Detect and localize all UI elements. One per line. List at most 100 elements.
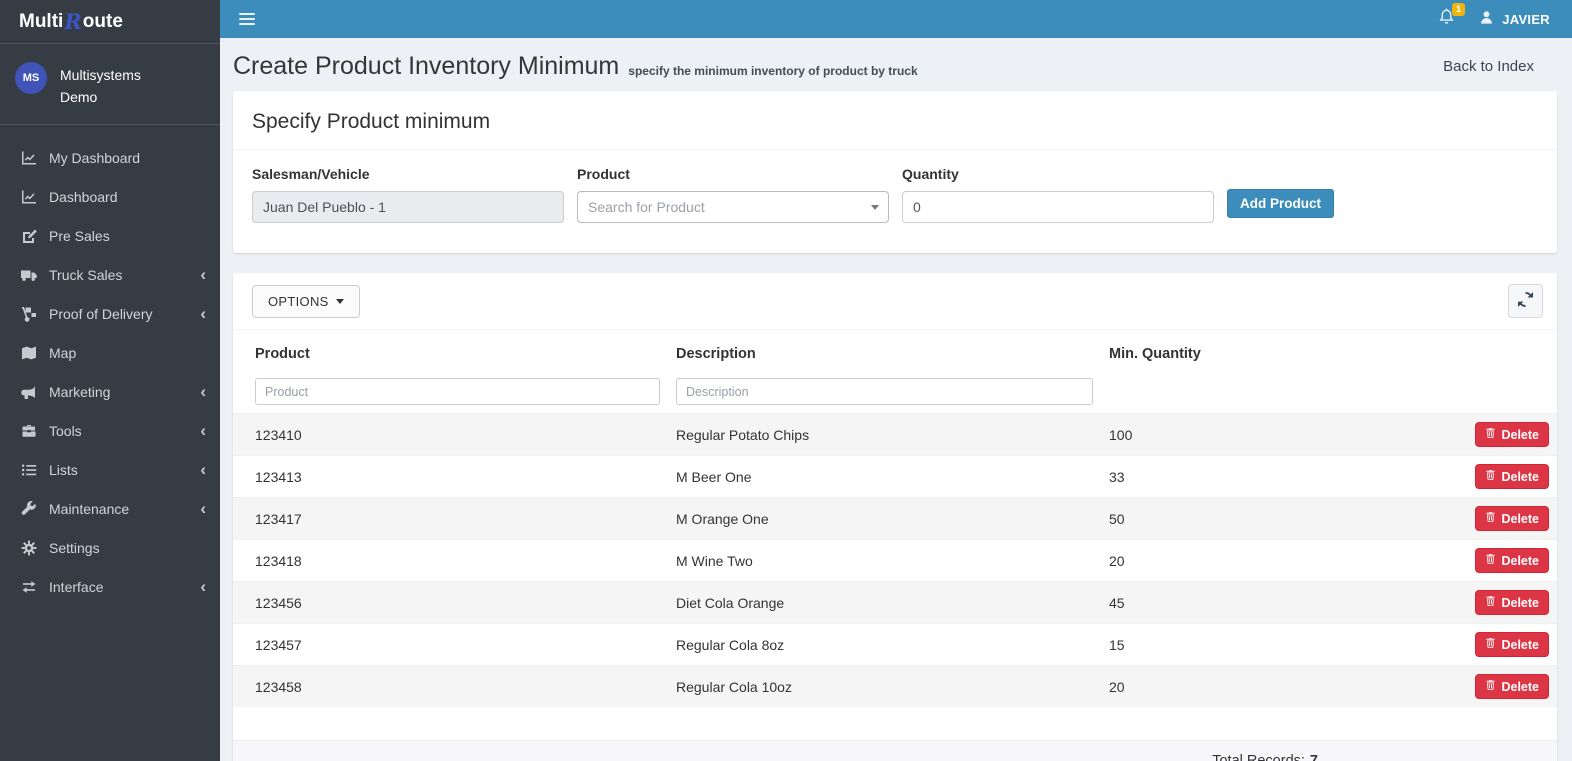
truck-icon: [20, 267, 38, 283]
user-icon: [1479, 10, 1494, 28]
hamburger-icon[interactable]: [239, 10, 255, 28]
sidebar-item-pre-sales[interactable]: Pre Sales: [0, 216, 220, 255]
sidebar-item-label: Map: [49, 344, 77, 361]
sidebar-user-panel: MS Multisystems Demo: [0, 44, 220, 125]
trash-icon: [1485, 469, 1496, 484]
product-filter-input[interactable]: [255, 378, 660, 405]
trash-icon: [1485, 553, 1496, 568]
sidebar-item-maintenance[interactable]: Maintenance ‹: [0, 489, 220, 528]
user-menu[interactable]: JAVIER: [1479, 10, 1550, 28]
table-footer: Total Records: 7: [233, 740, 1557, 761]
table-row: 123418 M Wine Two 20 Delete: [233, 539, 1557, 582]
delete-button[interactable]: Delete: [1475, 422, 1549, 447]
sidebar-item-dashboard[interactable]: Dashboard: [0, 177, 220, 216]
sidebar-item-tools[interactable]: Tools ‹: [0, 411, 220, 450]
total-records-label: Total Records:: [1212, 753, 1305, 761]
notifications-button[interactable]: 1: [1438, 2, 1466, 31]
salesman-field-group: Salesman/Vehicle: [252, 166, 564, 223]
app-logo[interactable]: Multi Route: [0, 0, 220, 44]
cell-description: M Orange One: [676, 510, 769, 527]
sidebar-item-truck-sales[interactable]: Truck Sales ‹: [0, 255, 220, 294]
sidebar-item-my-dashboard[interactable]: My Dashboard: [0, 138, 220, 177]
sidebar-item-map[interactable]: Map: [0, 333, 220, 372]
cell-min-quantity: 45: [1109, 594, 1125, 611]
logo-text-r: R: [64, 9, 82, 34]
cell-description: Regular Potato Chips: [676, 426, 810, 443]
salesman-label: Salesman/Vehicle: [252, 166, 370, 182]
cell-min-quantity: 20: [1109, 552, 1125, 569]
column-header-min-quantity: Min. Quantity: [1109, 346, 1201, 362]
chevron-left-icon: ‹: [200, 265, 206, 284]
cell-description: Diet Cola Orange: [676, 594, 785, 611]
sidebar-item-settings[interactable]: Settings: [0, 528, 220, 567]
quantity-input[interactable]: [902, 191, 1214, 223]
chevron-left-icon: ‹: [200, 499, 206, 518]
sidebar-item-label: Maintenance: [49, 500, 130, 517]
delete-button[interactable]: Delete: [1475, 464, 1549, 489]
cell-description: Regular Cola 8oz: [676, 636, 785, 653]
quantity-label: Quantity: [902, 166, 959, 182]
delete-button[interactable]: Delete: [1475, 632, 1549, 657]
map-icon: [20, 345, 38, 361]
product-field-group: Product Search for Product: [577, 166, 889, 223]
sidebar-item-label: Tools: [49, 422, 82, 439]
description-filter-input[interactable]: [676, 378, 1093, 405]
product-select[interactable]: Search for Product: [577, 191, 889, 223]
trash-icon: [1485, 637, 1496, 652]
chart-line-icon: [20, 189, 38, 205]
gear-icon: [20, 540, 38, 556]
cell-min-quantity: 15: [1109, 636, 1125, 653]
toolbox-icon: [20, 423, 38, 439]
cell-product: 123413: [255, 468, 302, 485]
cell-product: 123458: [255, 678, 302, 695]
product-label: Product: [577, 166, 630, 182]
sidebar-item-label: Interface: [49, 578, 104, 595]
caret-down-icon: [871, 205, 879, 210]
delete-button[interactable]: Delete: [1475, 548, 1549, 573]
user-name-line1: Multisystems: [60, 67, 141, 83]
main-content: Create Product Inventory Minimum specify…: [220, 0, 1572, 761]
table-row: 123413 M Beer One 33 Delete: [233, 455, 1557, 498]
delete-button[interactable]: Delete: [1475, 674, 1549, 699]
bullhorn-icon: [20, 384, 38, 400]
delete-button[interactable]: Delete: [1475, 506, 1549, 531]
total-records-value: 7: [1309, 753, 1318, 761]
sidebar-item-proof-of-delivery[interactable]: Proof of Delivery ‹: [0, 294, 220, 333]
salesman-input: [252, 191, 564, 223]
cell-product: 123418: [255, 552, 302, 569]
refresh-button[interactable]: [1508, 284, 1543, 318]
add-product-button[interactable]: Add Product: [1227, 189, 1334, 218]
options-button-label: OPTIONS: [268, 293, 329, 309]
sidebar-item-label: Truck Sales: [49, 266, 123, 283]
cell-product: 123410: [255, 426, 302, 443]
cell-min-quantity: 100: [1109, 426, 1133, 443]
logo-text-oute: oute: [82, 10, 123, 32]
quantity-field-group: Quantity: [902, 166, 1214, 223]
inventory-table: Product Description Min. Quantity 123410…: [233, 336, 1557, 707]
cell-product: 123417: [255, 510, 302, 527]
chevron-left-icon: ‹: [200, 460, 206, 479]
sidebar-item-marketing[interactable]: Marketing ‹: [0, 372, 220, 411]
top-navbar: 1 JAVIER: [220, 0, 1572, 38]
cell-description: M Beer One: [676, 468, 752, 485]
sidebar-item-lists[interactable]: Lists ‹: [0, 450, 220, 489]
cell-description: Regular Cola 10oz: [676, 678, 792, 695]
chevron-left-icon: ‹: [200, 304, 206, 323]
delete-button[interactable]: Delete: [1475, 590, 1549, 615]
table-row: 123458 Regular Cola 10oz 20 Delete: [233, 665, 1557, 707]
options-button[interactable]: OPTIONS: [252, 284, 360, 318]
table-row: 123410 Regular Potato Chips 100 Delete: [233, 413, 1557, 456]
user-name-line2: Demo: [60, 89, 98, 105]
sidebar-menu: My Dashboard Dashboard Pre Sales Truck S…: [0, 125, 220, 606]
back-to-index-link[interactable]: Back to Index: [1443, 58, 1534, 75]
sidebar-item-interface[interactable]: Interface ‹: [0, 567, 220, 606]
sidebar-item-label: Proof of Delivery: [49, 305, 153, 322]
table-row: 123417 M Orange One 50 Delete: [233, 497, 1557, 540]
cell-min-quantity: 50: [1109, 510, 1125, 527]
table-row: 123456 Diet Cola Orange 45 Delete: [233, 581, 1557, 624]
exchange-icon: [20, 579, 38, 595]
column-header-product: Product: [255, 346, 310, 362]
cell-min-quantity: 33: [1109, 468, 1125, 485]
delete-button-label: Delete: [1501, 553, 1539, 568]
cell-min-quantity: 20: [1109, 678, 1125, 695]
